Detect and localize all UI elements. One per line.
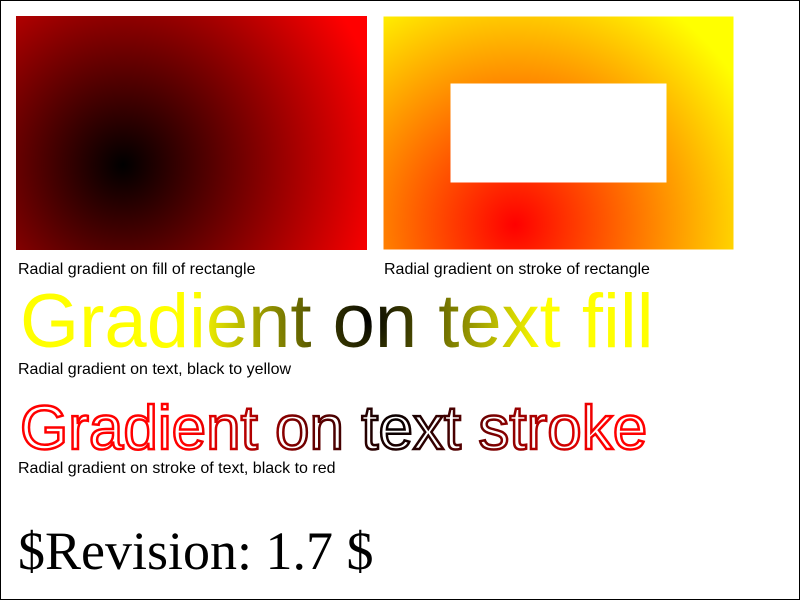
test-page: Radial gradient on fill of rectangle Rad… <box>0 0 800 600</box>
page-border <box>0 0 800 600</box>
